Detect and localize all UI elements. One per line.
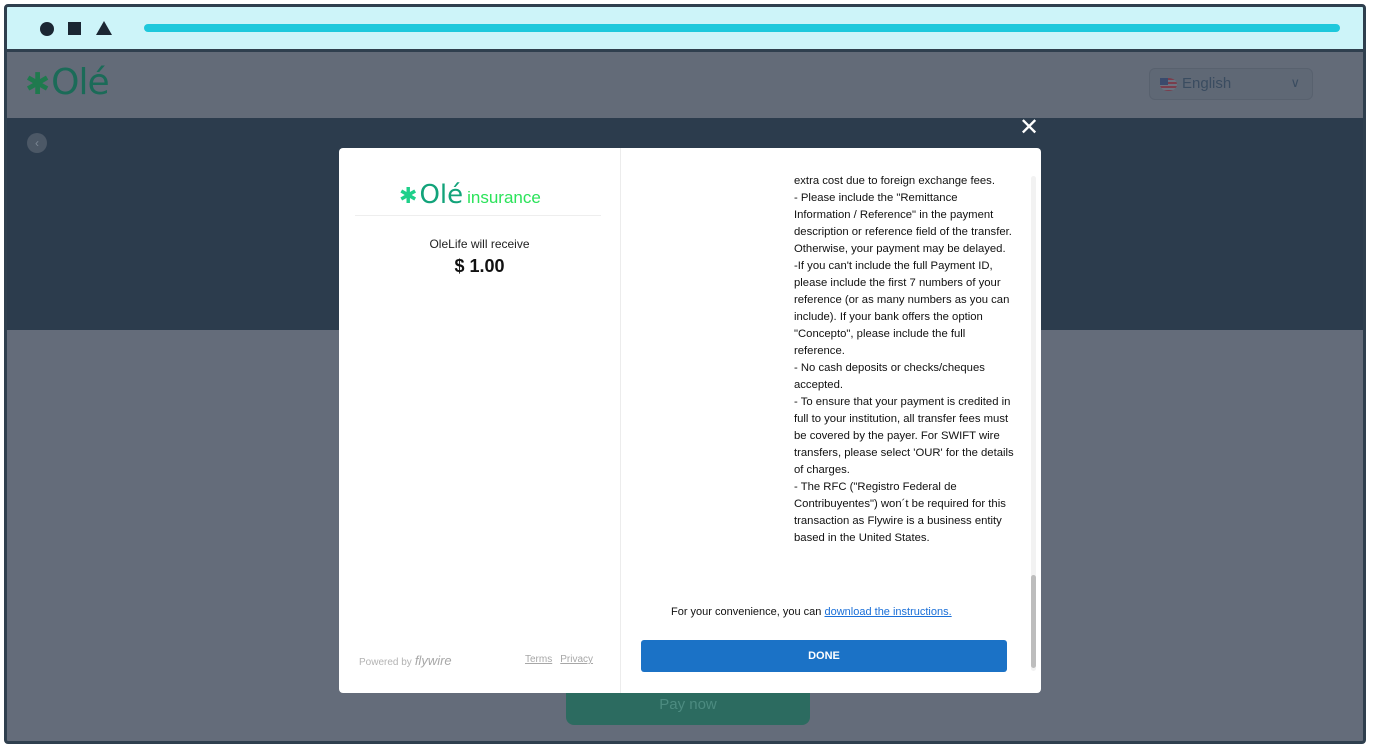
asterisk-icon: ✱: [25, 67, 50, 102]
site-logo-text: Olé: [51, 62, 109, 103]
convenience-label: For your convenience, you can: [671, 606, 825, 618]
payment-modal: ✱Olé insurance OleLife will receive $ 1.0…: [339, 148, 1041, 693]
receive-amount: $ 1.00: [454, 256, 505, 276]
language-select[interactable]: English ∨: [1149, 68, 1313, 100]
page-header: ✱Olé English ∨: [7, 52, 1363, 118]
scrollbar-thumb[interactable]: [1031, 575, 1036, 668]
done-button[interactable]: DONE: [641, 640, 1007, 672]
browser-chrome: [7, 7, 1363, 52]
modal-logo-sub: insurance: [467, 188, 541, 207]
language-label: English: [1182, 75, 1232, 92]
us-flag-icon: [1160, 78, 1177, 91]
footer-links: Terms Privacy: [525, 654, 601, 665]
download-instructions-text: For your convenience, you can download t…: [671, 606, 952, 618]
modal-summary-pane: ✱Olé insurance OleLife will receive $ 1.0…: [339, 148, 621, 693]
ole-insurance-logo: ✱Olé insurance: [399, 180, 541, 210]
browser-frame: ✱Olé English ∨ ‹ Pay now ✕ ✱Olé insurance…: [4, 4, 1366, 744]
triangle-icon: [96, 21, 112, 35]
close-icon[interactable]: ✕: [1019, 115, 1039, 139]
square-icon: [68, 22, 81, 35]
modal-logo-main: Olé: [419, 180, 464, 210]
divider: [355, 215, 601, 216]
receive-label: OleLife will receive: [429, 237, 530, 251]
address-bar[interactable]: [144, 24, 1340, 32]
circle-icon: [40, 22, 54, 36]
chevron-down-icon: ∨: [1290, 75, 1300, 90]
powered-by: Powered by flywire: [359, 653, 452, 668]
terms-link[interactable]: Terms: [525, 654, 552, 665]
payment-instructions: extra cost due to foreign exchange fees.…: [794, 175, 1014, 544]
powered-by-label: Powered by: [359, 657, 412, 668]
privacy-link[interactable]: Privacy: [560, 654, 593, 665]
back-button[interactable]: ‹: [27, 133, 47, 153]
site-logo[interactable]: ✱Olé: [25, 62, 110, 103]
download-instructions-link[interactable]: download the instructions.: [824, 606, 951, 618]
asterisk-icon: ✱: [399, 184, 418, 209]
flywire-logo: flywire: [414, 653, 452, 668]
